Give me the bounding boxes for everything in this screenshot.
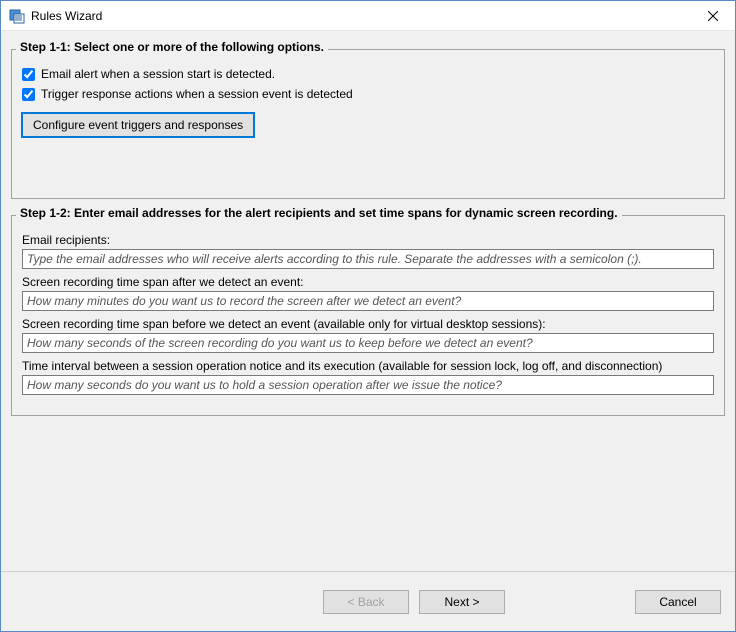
configure-triggers-button[interactable]: Configure event triggers and responses: [22, 113, 254, 137]
email-recipients-label: Email recipients:: [22, 233, 714, 247]
close-button[interactable]: [690, 1, 735, 31]
back-button[interactable]: < Back: [323, 590, 409, 614]
step-1-2-title: Step 1-2: Enter email addresses for the …: [16, 206, 622, 220]
title-bar: Rules Wizard: [1, 1, 735, 31]
recording-after-block: Screen recording time span after we dete…: [22, 275, 714, 311]
option-email-alert[interactable]: Email alert when a session start is dete…: [22, 67, 714, 81]
recording-after-input[interactable]: [22, 291, 714, 311]
email-recipients-input[interactable]: [22, 249, 714, 269]
step-1-2-section: Step 1-2: Enter email addresses for the …: [11, 215, 725, 416]
recording-before-label: Screen recording time span before we det…: [22, 317, 714, 331]
app-icon: [9, 8, 25, 24]
client-area: Step 1-1: Select one or more of the foll…: [1, 31, 735, 571]
recording-before-block: Screen recording time span before we det…: [22, 317, 714, 353]
close-icon: [708, 11, 718, 21]
step-1-1-section: Step 1-1: Select one or more of the foll…: [11, 49, 725, 199]
next-button[interactable]: Next >: [419, 590, 505, 614]
step-1-1-title: Step 1-1: Select one or more of the foll…: [16, 40, 328, 54]
email-recipients-block: Email recipients:: [22, 233, 714, 269]
interval-block: Time interval between a session operatio…: [22, 359, 714, 395]
option-email-alert-checkbox[interactable]: [22, 68, 35, 81]
option-trigger-response[interactable]: Trigger response actions when a session …: [22, 87, 714, 101]
cancel-button[interactable]: Cancel: [635, 590, 721, 614]
window-title: Rules Wizard: [31, 9, 690, 23]
recording-before-input[interactable]: [22, 333, 714, 353]
wizard-footer: < Back Next > Cancel: [1, 571, 735, 631]
recording-after-label: Screen recording time span after we dete…: [22, 275, 714, 289]
option-email-alert-label: Email alert when a session start is dete…: [41, 67, 275, 81]
option-trigger-response-label: Trigger response actions when a session …: [41, 87, 353, 101]
interval-label: Time interval between a session operatio…: [22, 359, 714, 373]
interval-input[interactable]: [22, 375, 714, 395]
option-trigger-response-checkbox[interactable]: [22, 88, 35, 101]
